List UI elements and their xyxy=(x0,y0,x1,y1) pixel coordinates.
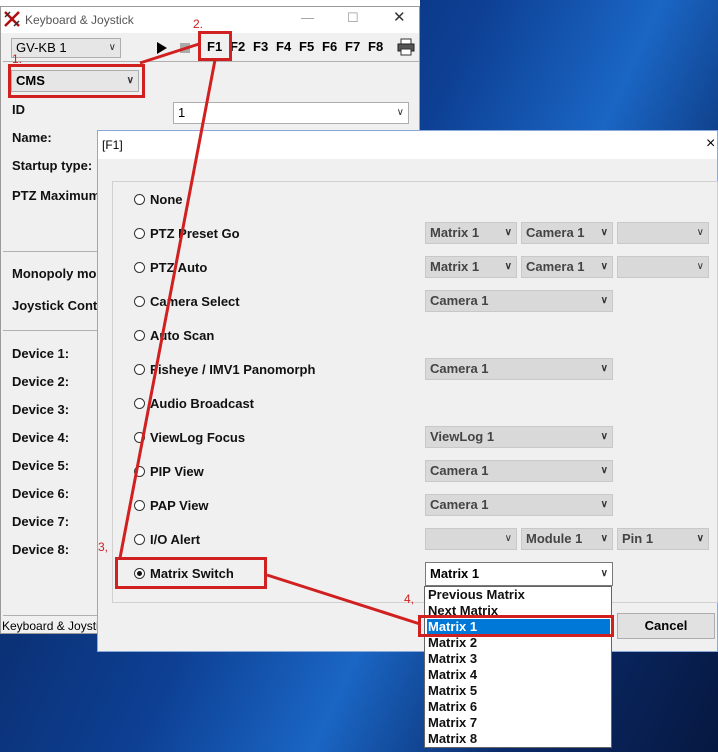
annotation-line-1 xyxy=(139,42,200,65)
annotation-box-f1 xyxy=(198,31,232,61)
annotation-step-3: 3, xyxy=(98,540,109,554)
annotation-line-3 xyxy=(266,573,421,626)
annotation-step-4: 4, xyxy=(404,592,415,606)
annotation-box-cms xyxy=(8,64,145,98)
annotation-arrows xyxy=(118,42,421,626)
annotation-box-matrix-1 xyxy=(418,615,614,637)
annotation-box-matrix-switch xyxy=(115,557,267,589)
annotation-line-2 xyxy=(118,59,217,559)
annotation-step-1: 1. xyxy=(12,52,23,66)
annotation-step-2: 2. xyxy=(193,17,204,31)
